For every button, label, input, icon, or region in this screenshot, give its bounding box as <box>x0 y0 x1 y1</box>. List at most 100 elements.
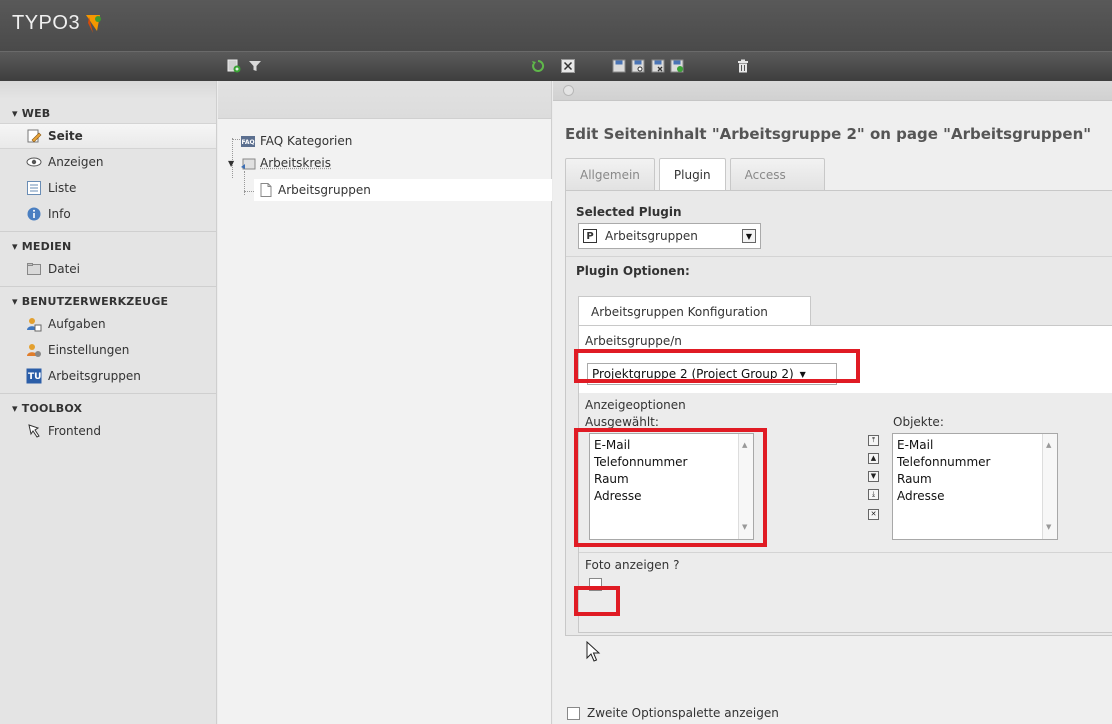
plugin-select[interactable]: P Arbeitsgruppen ▼ <box>578 223 761 249</box>
module-item-frontend[interactable]: Frontend <box>0 418 216 444</box>
refresh-icon[interactable] <box>531 59 545 73</box>
highlight-box <box>574 349 860 383</box>
module-item-arbeitsgruppen[interactable]: TU Arbeitsgruppen <box>0 363 216 389</box>
module-section-toolbox: ▾ TOOLBOX Frontend <box>0 394 216 448</box>
display-options-label: Anzeigeoptionen <box>585 398 686 412</box>
move-up-icon[interactable]: ▲ <box>868 453 879 464</box>
tab-access[interactable]: Access <box>730 158 825 190</box>
module-item-seite[interactable]: Seite <box>0 123 216 149</box>
user-settings-icon <box>26 342 42 358</box>
module-item-label: Einstellungen <box>48 343 129 357</box>
module-section-title[interactable]: ▾ BENUTZERWERKZEUGE <box>0 287 216 311</box>
module-section-web: ▾ WEB Seite Anzeigen Liste Info <box>0 99 216 232</box>
module-section-title[interactable]: ▾ MEDIEN <box>0 232 216 256</box>
save-close-icon[interactable] <box>651 59 665 73</box>
plugin-select-value: Arbeitsgruppen <box>605 229 698 243</box>
list-item[interactable]: Raum <box>897 471 1053 488</box>
typo3-logo-icon <box>84 13 102 35</box>
module-item-label: Anzeigen <box>48 155 103 169</box>
module-section-benutzerwerkzeuge: ▾ BENUTZERWERKZEUGE Aufgaben Einstellung… <box>0 287 216 394</box>
folder-icon <box>26 261 42 277</box>
module-item-info[interactable]: Info <box>0 201 216 227</box>
module-item-label: Frontend <box>48 424 101 438</box>
module-item-label: Datei <box>48 262 80 276</box>
toolbar <box>0 51 1112 81</box>
scroll-down-icon[interactable]: ▼ <box>1046 519 1051 536</box>
module-item-datei[interactable]: Datei <box>0 256 216 282</box>
module-section-title[interactable]: ▾ TOOLBOX <box>0 394 216 418</box>
module-item-liste[interactable]: Liste <box>0 175 216 201</box>
expand-arrow-icon[interactable]: ▼ <box>228 159 236 168</box>
module-menu: ▾ WEB Seite Anzeigen Liste Info ▾ MEDIEN… <box>0 81 217 724</box>
svg-text:FAQ: FAQ <box>242 139 255 146</box>
delete-icon[interactable] <box>736 59 750 73</box>
highlight-box <box>574 428 767 547</box>
close-icon[interactable] <box>561 59 575 73</box>
new-page-icon[interactable] <box>227 59 241 73</box>
page-tree: FAQ FAQ Kategorien ▼ Arbeitskreis Arbeit… <box>218 81 552 724</box>
module-item-label: Arbeitsgruppen <box>48 369 141 383</box>
module-item-label: Info <box>48 207 71 221</box>
module-item-label: Aufgaben <box>48 317 106 331</box>
module-item-aufgaben[interactable]: Aufgaben <box>0 311 216 337</box>
available-objects-list[interactable]: E-Mail Telefonnummer Raum Adresse ▲ ▼ <box>892 433 1058 540</box>
tab-allgemein[interactable]: Allgemein <box>565 158 655 190</box>
tu-extension-icon: TU <box>26 368 42 384</box>
module-section-title[interactable]: ▾ WEB <box>0 99 216 123</box>
list-item[interactable]: Telefonnummer <box>897 454 1053 471</box>
frontend-icon <box>26 423 42 439</box>
save-new-icon[interactable] <box>670 59 684 73</box>
second-palette-label: Zweite Optionspalette anzeigen <box>587 706 779 720</box>
faq-folder-icon: FAQ <box>240 133 256 149</box>
save-icon[interactable] <box>612 59 626 73</box>
selected-plugin-label: Selected Plugin <box>576 205 682 219</box>
highlight-box <box>574 586 620 616</box>
tab-arbeitsgruppen-konfiguration[interactable]: Arbeitsgruppen Konfiguration <box>578 296 811 326</box>
move-buttons: ⤒ ▲ ▼ ⤓ ✕ <box>868 435 880 530</box>
module-item-label: Seite <box>48 129 83 143</box>
help-icon[interactable] <box>563 85 574 96</box>
scroll-up-icon[interactable]: ▲ <box>1046 437 1051 454</box>
tree-node-arbeitsgruppen[interactable]: Arbeitsgruppen <box>254 179 552 201</box>
plugin-options-label: Plugin Optionen: <box>576 264 690 278</box>
page-title: Edit Seiteninhalt "Arbeitsgruppe 2" on p… <box>565 125 1091 143</box>
eye-icon <box>26 154 42 170</box>
tree-node-faq-kategorien[interactable]: FAQ FAQ Kategorien <box>240 133 352 149</box>
user-tasks-icon <box>26 316 42 332</box>
move-down-icon[interactable]: ▼ <box>868 471 879 482</box>
save-view-icon[interactable] <box>631 59 645 73</box>
content-area: Edit Seiteninhalt "Arbeitsgruppe 2" on p… <box>553 81 1112 724</box>
move-bottom-icon[interactable]: ⤓ <box>868 489 879 500</box>
plugin-icon: P <box>583 229 597 243</box>
tab-plugin[interactable]: Plugin <box>659 158 726 191</box>
logo-text: TYPO3 <box>12 12 80 35</box>
module-item-einstellungen[interactable]: Einstellungen <box>0 337 216 363</box>
svg-text:TU: TU <box>28 372 41 382</box>
filter-icon[interactable] <box>248 59 262 73</box>
tree-node-arbeitskreis[interactable]: ▼ Arbeitskreis <box>228 155 331 171</box>
page-edit-icon <box>26 128 42 144</box>
module-section-medien: ▾ MEDIEN Datei <box>0 232 216 287</box>
remove-item-icon[interactable]: ✕ <box>868 509 879 520</box>
info-icon <box>26 206 42 222</box>
top-bar: TYPO3 <box>0 0 1112 51</box>
form-tabs: Allgemein Plugin Access <box>565 158 825 190</box>
scrollbar[interactable]: ▲ ▼ <box>1042 434 1057 539</box>
list-item[interactable]: E-Mail <box>897 437 1053 454</box>
show-photo-label: Foto anzeigen ? <box>585 558 679 572</box>
group-label: Arbeitsgruppe/n <box>585 334 682 348</box>
folder-link-icon <box>240 155 256 171</box>
page-icon <box>258 182 274 198</box>
selected-list-label: Ausgewählt: <box>585 415 659 429</box>
plugin-tab-panel: Selected Plugin P Arbeitsgruppen ▼ Plugi… <box>565 190 1112 636</box>
mouse-cursor-icon <box>586 641 602 663</box>
typo3-logo[interactable]: TYPO3 <box>12 12 102 35</box>
list-icon <box>26 180 42 196</box>
second-palette-checkbox[interactable] <box>567 707 580 720</box>
list-item[interactable]: Adresse <box>897 488 1053 505</box>
chevron-down-icon[interactable]: ▼ <box>742 229 756 243</box>
module-item-anzeigen[interactable]: Anzeigen <box>0 149 216 175</box>
objects-list-label: Objekte: <box>893 415 944 429</box>
module-item-label: Liste <box>48 181 76 195</box>
move-top-icon[interactable]: ⤒ <box>868 435 879 446</box>
